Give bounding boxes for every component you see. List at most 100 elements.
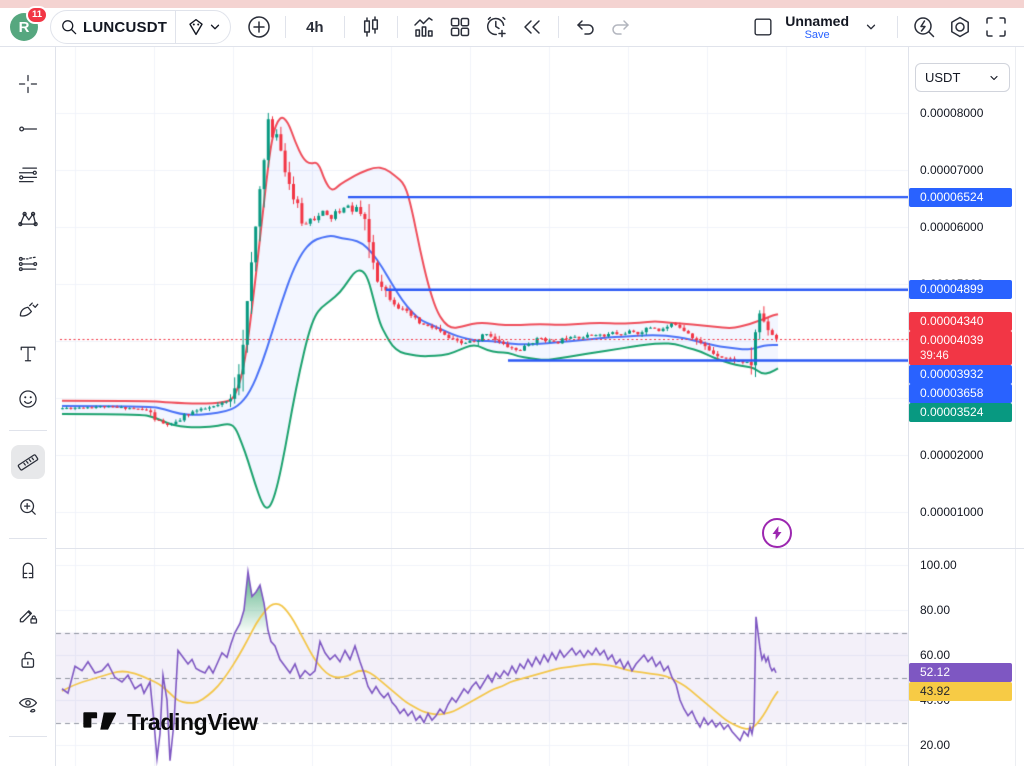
alert-button[interactable] [480,11,512,43]
toolbar-right-group: Unnamed Save [745,11,1014,43]
toolbar-divider [9,538,47,539]
tool-crosshair-button[interactable] [11,67,45,101]
axis-tick: 0.00007000 [909,161,1024,180]
settings-hexagon-icon [947,14,973,40]
toolbar-divider [9,736,47,737]
xabcd-pattern-icon [17,206,39,232]
eye-brush-icon [17,692,39,718]
toolbar-left-group: R 11 LUNCUSDT 4h [10,10,639,44]
ruler-icon [17,449,39,475]
redo-arrow-icon [608,14,634,40]
hide-drawings-button[interactable] [11,688,45,722]
notification-badge: 11 [26,6,48,24]
price-axis[interactable]: USDT 0.00008000 0.00007000 0.00006000 0.000… [908,47,1024,766]
tool-brush-button[interactable] [11,292,45,326]
pencil-lock-icon [17,602,39,628]
symbol-search[interactable]: LUNCUSDT [50,10,231,44]
zoom-in-icon [17,494,39,520]
chart-type-button[interactable] [355,11,387,43]
layout-name-button[interactable]: Unnamed Save [785,13,849,42]
settings-button[interactable] [944,11,976,43]
candles-icon [358,14,384,40]
interval-button[interactable]: 4h [296,11,334,43]
rsi-value-badge: 43.92 [909,682,1012,701]
chart-area[interactable]: TradingView [56,47,908,766]
redo-button[interactable] [605,11,637,43]
toolbar-separator [897,16,898,38]
chart-canvas[interactable] [56,47,908,766]
price-label-badge: 0.00004340 [909,312,1012,331]
lock-all-drawings-button[interactable] [11,643,45,677]
fullscreen-button[interactable] [980,11,1012,43]
toolbar-divider [9,430,47,431]
layout-templates-button[interactable] [444,11,476,43]
lock-open-icon [17,647,39,673]
axis-tick: 0.00006000 [909,218,1024,237]
projection-icon [17,251,39,277]
search-icon [59,17,79,37]
fib-retracement-icon [17,161,39,187]
grid-layout-icon [447,14,473,40]
toolbar-separator [285,16,286,38]
replay-button[interactable] [516,11,548,43]
tool-zoom-in-button[interactable] [11,490,45,524]
layout-select-button[interactable] [747,11,779,43]
pill-divider [175,11,176,44]
currency-dropdown[interactable]: USDT [915,63,1010,92]
lightning-bolt-icon [770,526,784,540]
axis-tick: 0.00008000 [909,104,1024,123]
tradingview-app: R 11 LUNCUSDT 4h [0,0,1024,766]
tool-ruler-button[interactable] [11,445,45,479]
replay-icon [519,14,545,40]
axis-tick: 60.00 [909,646,1024,665]
axis-tick: 80.00 [909,601,1024,620]
brush-icon [17,296,39,322]
trend-line-icon [17,116,39,142]
quick-trade-button[interactable] [762,518,792,548]
tool-fib-retracement-button[interactable] [11,157,45,191]
undo-button[interactable] [569,11,601,43]
layout-name: Unnamed [785,13,849,29]
toolbar-separator [397,16,398,38]
axis-tick: 0.00002000 [909,446,1024,465]
toolbar-separator [558,16,559,38]
currency-label: USDT [925,70,960,85]
tool-trend-line-button[interactable] [11,112,45,146]
top-toolbar: R 11 LUNCUSDT 4h [0,8,1024,47]
indicators-icon [411,14,437,40]
tradingview-logo-icon [82,710,118,735]
alert-clock-icon [483,14,509,40]
watermark-text: TradingView [127,709,258,736]
text-icon [17,341,39,367]
layout-square-icon [751,15,775,39]
price-label-badge: 0.0000403939:46 [909,331,1012,365]
layout-menu-chevron[interactable] [855,11,887,43]
quick-search-button[interactable] [908,11,940,43]
price-label-badge: 0.00003932 [909,365,1012,384]
user-avatar[interactable]: R 11 [10,13,38,41]
price-label-badge: 0.00004899 [909,280,1012,299]
chevron-down-icon [208,20,222,34]
chevron-down-icon [864,20,878,34]
axis-tick: 20.00 [909,736,1024,755]
tool-xabcd-pattern-button[interactable] [11,202,45,236]
price-label-badge: 0.00003524 [909,403,1012,422]
pane-divider[interactable] [56,548,1024,549]
compare-add-button[interactable] [243,11,275,43]
axis-tick: 0.00001000 [909,503,1024,522]
save-link[interactable]: Save [805,29,830,42]
price-label-badge: 0.00006524 [909,188,1012,207]
crosshair-icon [17,71,39,97]
tradingview-watermark[interactable]: TradingView [82,709,258,736]
tool-projection-button[interactable] [11,247,45,281]
indicators-button[interactable] [408,11,440,43]
emoji-icon [17,386,39,412]
plus-circle-icon [246,14,272,40]
tool-text-button[interactable] [11,337,45,371]
tool-emoji-button[interactable] [11,382,45,416]
stay-in-drawing-mode-button[interactable] [11,598,45,632]
magnet-mode-button[interactable] [11,553,45,587]
top-strip [0,0,1024,8]
price-label-badge: 0.00003658 [909,384,1012,403]
rsi-value-badge: 52.12 [909,663,1012,682]
